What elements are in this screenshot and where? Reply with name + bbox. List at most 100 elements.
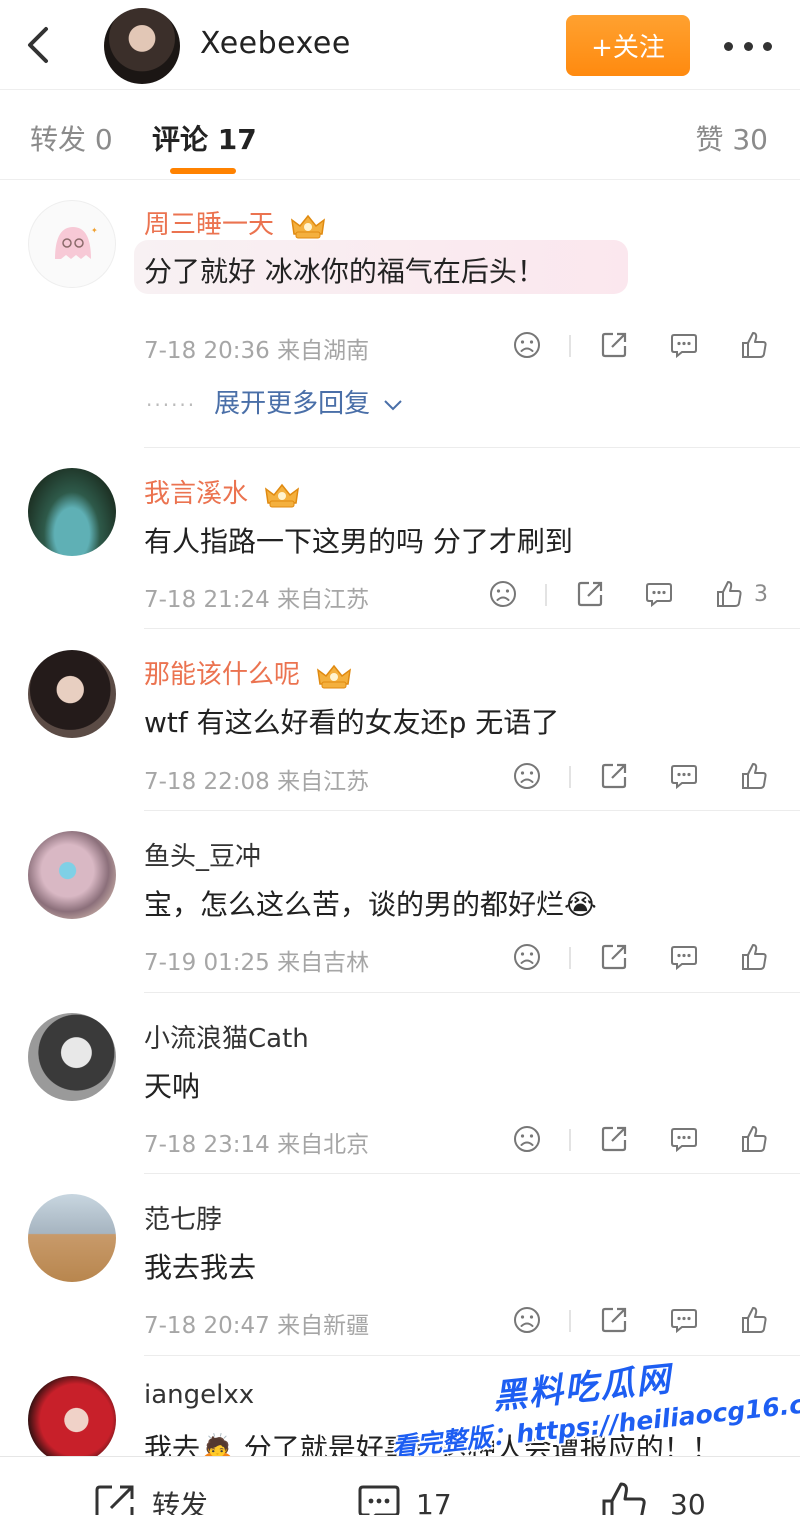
tab-likes[interactable]: 赞 30	[695, 118, 768, 158]
share-button[interactable]	[572, 576, 608, 612]
more-dot-icon	[743, 41, 753, 51]
comment-divider	[144, 1355, 800, 1356]
comment-divider	[144, 628, 800, 629]
reply-button[interactable]	[641, 576, 677, 612]
expand-replies-label: 展开更多回复	[214, 389, 371, 419]
share-icon	[601, 763, 627, 789]
reply-button[interactable]	[666, 327, 702, 363]
share-icon	[95, 1485, 134, 1515]
like-button[interactable]	[711, 576, 747, 612]
author-name[interactable]: Xeebexee	[200, 26, 351, 61]
tab-repost[interactable]: 转发 0	[30, 118, 113, 158]
thumbs-up-icon	[742, 763, 767, 789]
share-icon	[601, 1307, 627, 1333]
commenter-name[interactable]: 我言溪水	[144, 473, 302, 510]
chevron-left-icon	[28, 27, 48, 63]
share-button[interactable]	[596, 1302, 632, 1338]
author-avatar[interactable]	[104, 8, 180, 84]
share-button[interactable]	[596, 939, 632, 975]
ghost-avatar-icon: ✦	[55, 226, 98, 259]
dislike-button[interactable]	[509, 1121, 545, 1157]
dislike-button[interactable]	[509, 758, 545, 794]
like-button[interactable]	[736, 1302, 772, 1338]
dislike-button[interactable]	[509, 327, 545, 363]
follow-button[interactable]: +关注	[566, 15, 690, 76]
like-post-button[interactable]: 30	[600, 1481, 706, 1515]
dots-icon: ······	[146, 393, 197, 417]
tab-comments[interactable]: 评论 17	[152, 118, 257, 158]
comment-button[interactable]: 17	[356, 1481, 452, 1515]
vip-crown-icon	[317, 664, 352, 688]
comment-text: 有人指路一下这男的吗 分了才刷到	[144, 525, 573, 558]
divider	[569, 947, 571, 969]
comment-count: 17	[416, 1487, 452, 1515]
dislike-button[interactable]	[509, 1302, 545, 1338]
frown-face-icon	[514, 763, 540, 789]
commenter-avatar[interactable]	[28, 650, 116, 738]
commenter-avatar[interactable]	[28, 468, 116, 556]
comment-meta: 7-18 21:24 来自江苏	[144, 587, 370, 613]
commenter-name[interactable]: 鱼头_豆冲	[144, 836, 261, 873]
commenter-avatar[interactable]	[28, 1194, 116, 1282]
more-dot-icon	[724, 41, 733, 51]
thumbs-up-icon	[742, 332, 767, 358]
commenter-name-text: 那能该什么呢	[144, 660, 301, 690]
frown-face-icon	[514, 1307, 540, 1333]
comment-meta: 7-18 20:36 来自湖南	[144, 338, 370, 364]
like-count: 30	[670, 1487, 706, 1515]
commenter-name[interactable]: 小流浪猫Cath	[144, 1018, 309, 1055]
svg-text:✦: ✦	[91, 226, 98, 235]
comment-meta: 7-18 20:47 来自新疆	[144, 1313, 370, 1339]
repost-label: 转发	[152, 1489, 209, 1515]
comment-divider	[144, 1173, 800, 1174]
commenter-avatar[interactable]	[28, 1013, 116, 1101]
vip-crown-icon	[265, 483, 300, 507]
share-button[interactable]	[596, 758, 632, 794]
comment-icon	[671, 334, 697, 359]
commenter-name-text: 周三睡一天	[144, 210, 275, 240]
thumbs-up-icon	[742, 944, 767, 970]
share-icon	[601, 332, 627, 358]
reply-button[interactable]	[666, 758, 702, 794]
commenter-avatar[interactable]: ✦	[28, 200, 116, 288]
expand-replies-link[interactable]: ······ 展开更多回复	[146, 383, 404, 420]
thumbs-up-icon	[602, 1482, 646, 1515]
commenter-name[interactable]: iangelxx	[144, 1380, 254, 1410]
divider	[545, 584, 547, 606]
dislike-button[interactable]	[485, 576, 521, 612]
thumbs-up-icon	[742, 1126, 767, 1152]
comment-text: 宝，怎么这么苦，谈的男的都好烂😭	[144, 888, 597, 921]
dislike-button[interactable]	[509, 939, 545, 975]
comment-divider	[144, 992, 800, 993]
comment-divider	[144, 810, 800, 811]
divider	[569, 766, 571, 788]
comment-icon	[358, 1485, 400, 1515]
bottom-action-bar: 转发 17 30	[0, 1456, 800, 1515]
divider	[569, 1310, 571, 1332]
reply-button[interactable]	[666, 1121, 702, 1157]
share-icon	[601, 1126, 627, 1152]
comment-text: 天呐	[144, 1070, 201, 1103]
comment-meta: 7-18 23:14 来自北京	[144, 1132, 370, 1158]
commenter-name[interactable]: 周三睡一天	[144, 204, 328, 241]
share-button[interactable]	[596, 327, 632, 363]
reply-button[interactable]	[666, 939, 702, 975]
thumbs-up-icon	[717, 581, 742, 607]
like-button[interactable]	[736, 939, 772, 975]
like-button[interactable]	[736, 758, 772, 794]
commenter-avatar[interactable]	[28, 831, 116, 919]
comment-text: wtf 有这么好看的女友还p 无语了	[144, 706, 560, 739]
comment-meta: 7-18 22:08 来自江苏	[144, 769, 370, 795]
reply-button[interactable]	[666, 1302, 702, 1338]
like-button[interactable]	[736, 327, 772, 363]
commenter-avatar[interactable]	[28, 1376, 116, 1464]
share-button[interactable]	[596, 1121, 632, 1157]
commenter-name[interactable]: 范七脖	[144, 1199, 222, 1236]
frown-face-icon	[514, 1126, 540, 1152]
comment-meta: 7-19 01:25 来自吉林	[144, 950, 370, 976]
back-button[interactable]	[18, 22, 58, 68]
like-button[interactable]	[736, 1121, 772, 1157]
more-options-button[interactable]	[720, 26, 776, 66]
repost-button[interactable]: 转发	[92, 1481, 208, 1515]
commenter-name[interactable]: 那能该什么呢	[144, 654, 354, 691]
